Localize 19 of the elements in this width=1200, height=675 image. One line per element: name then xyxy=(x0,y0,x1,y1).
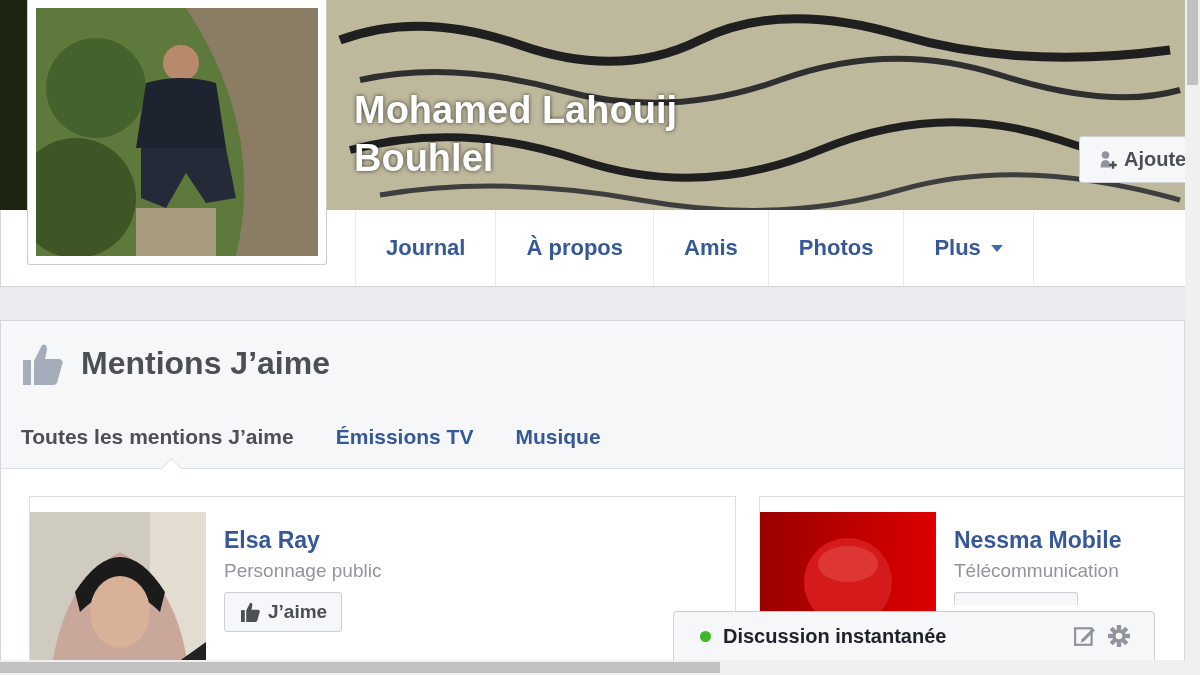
page-name-link[interactable]: Nessma Mobile xyxy=(954,527,1122,554)
filter-tab[interactable]: Musique xyxy=(515,406,601,468)
page-category: Personnage public xyxy=(224,560,382,582)
nav-tab[interactable]: Plus xyxy=(903,210,1034,286)
page-name-link[interactable]: Elsa Ray xyxy=(224,527,320,554)
compose-icon[interactable] xyxy=(1074,625,1096,647)
vertical-scrollbar[interactable] xyxy=(1185,0,1200,660)
chat-bar[interactable]: Discussion instantanée xyxy=(673,611,1155,660)
page-category: Télécommunication xyxy=(954,560,1119,582)
like-button[interactable]: J’aime xyxy=(224,592,343,632)
thumbs-up-icon xyxy=(241,602,260,622)
settings-icon[interactable] xyxy=(1108,625,1130,647)
thumbs-up-icon xyxy=(23,342,63,385)
section-title: Mentions J’aime xyxy=(81,345,330,382)
horizontal-scrollbar[interactable] xyxy=(0,660,1200,675)
filter-tab[interactable]: Émissions TV xyxy=(335,406,474,468)
caret-icon xyxy=(990,244,1003,252)
like-button[interactable] xyxy=(954,592,1078,605)
chat-title: Discussion instantanée xyxy=(723,624,948,648)
